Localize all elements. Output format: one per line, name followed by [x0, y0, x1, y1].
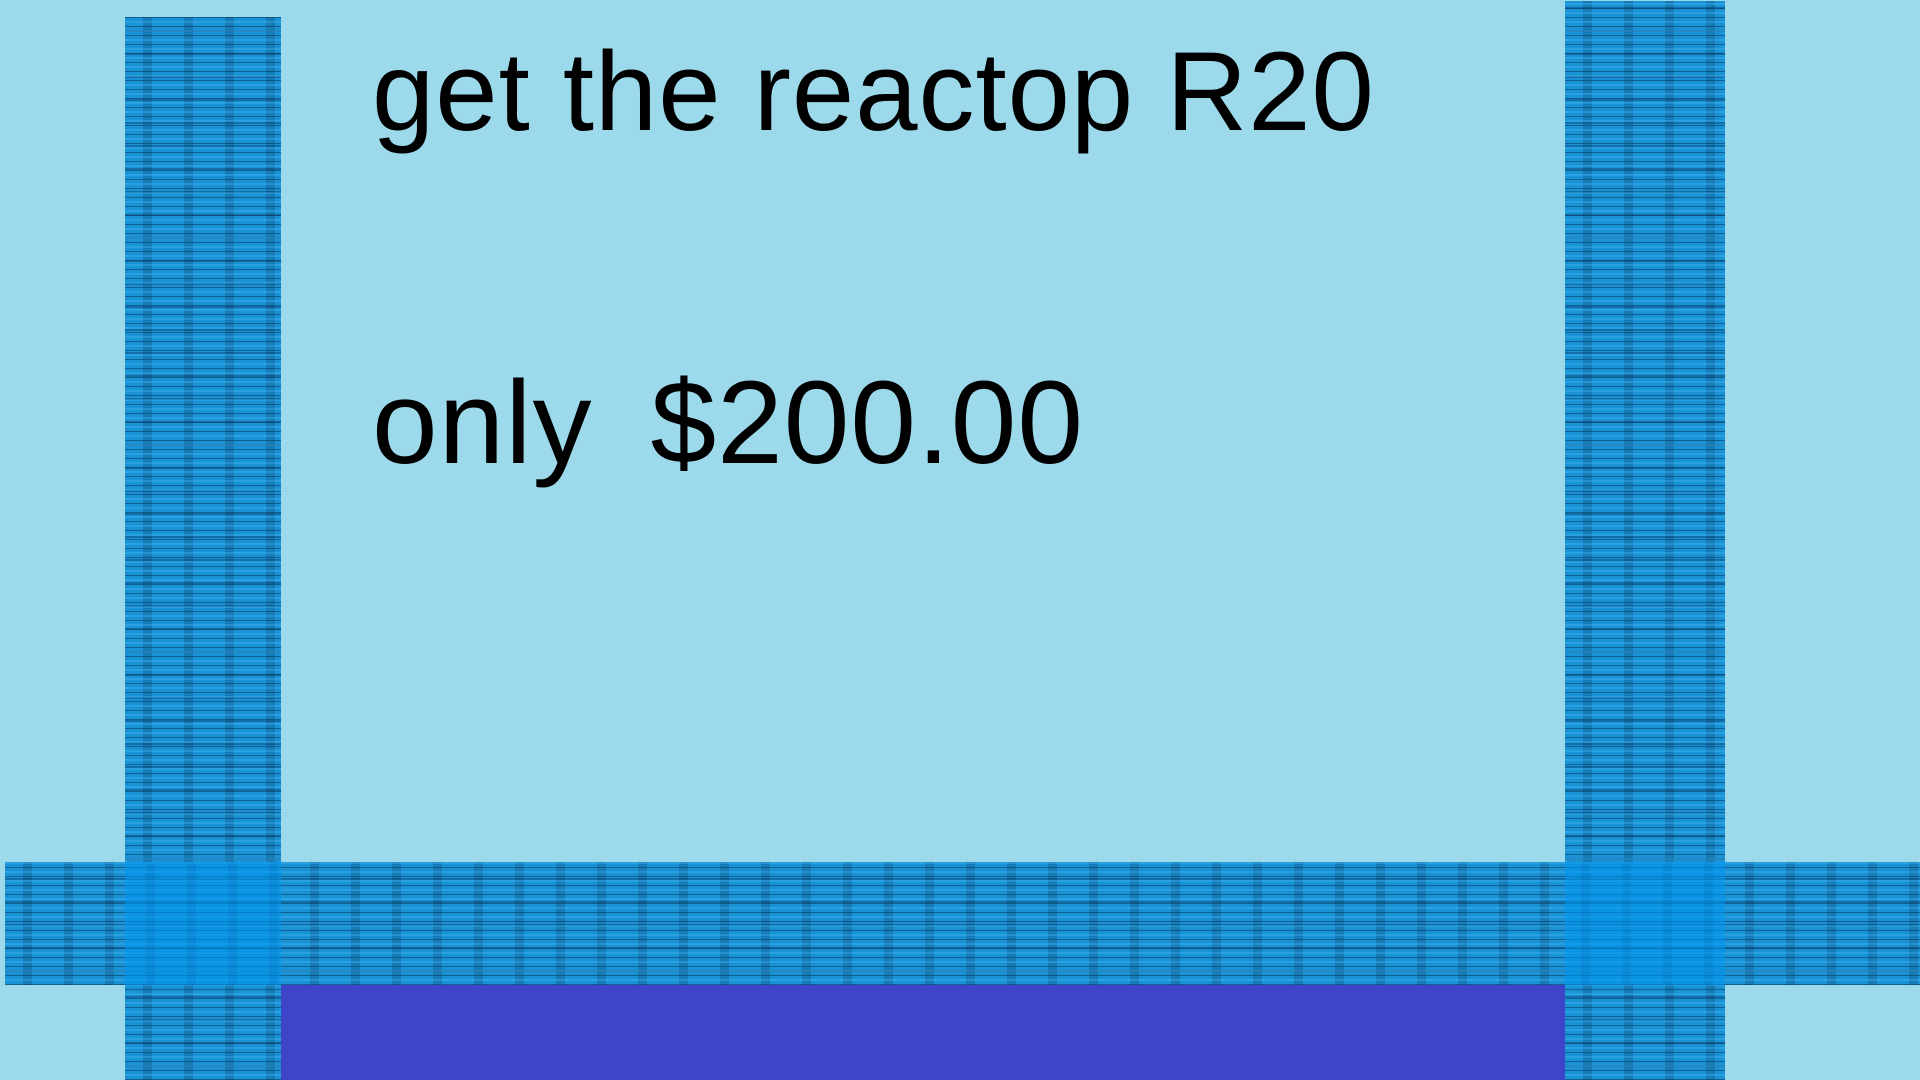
left-band-intersection — [125, 862, 281, 985]
price-value: $200.00 — [650, 357, 1085, 489]
price-prefix: only — [372, 357, 593, 489]
price-line: only $200.00 — [372, 364, 1084, 482]
bottom-blue-panel — [281, 985, 1565, 1080]
product-headline: get the reactop R20 — [372, 29, 1375, 154]
right-band-intersection — [1565, 862, 1725, 985]
